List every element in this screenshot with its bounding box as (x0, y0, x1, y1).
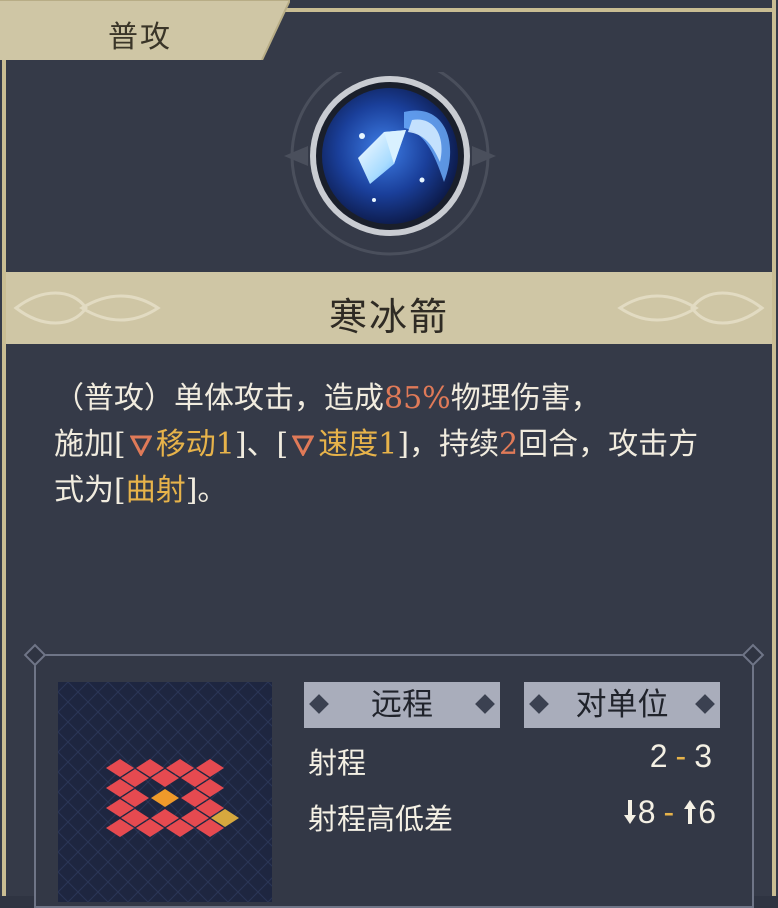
tag-ranged-label: 远程 (371, 687, 433, 723)
desc-text: ]、[ (234, 427, 289, 462)
range-pattern-svg (58, 682, 272, 902)
ice-arrow-icon (284, 72, 496, 256)
skill-detail-panel: 普攻 寒冰箭 （普攻）单体攻击，造成85%物理伤害， 施加[移动1]、[速度… (0, 0, 778, 908)
gem-icon (529, 694, 549, 714)
debuff-speed[interactable]: 速度1 (318, 427, 397, 462)
debuff-down-triangle-icon (129, 435, 152, 456)
attack-mode[interactable]: 曲射 (126, 473, 186, 508)
range-value: 2-3 (650, 738, 712, 775)
height-down-value: 8 (637, 794, 656, 830)
range-separator: - (675, 738, 687, 774)
tab-label: 普攻 (108, 20, 172, 55)
frame-border-top (260, 8, 774, 12)
range-max: 3 (694, 738, 712, 774)
desc-text: （普攻）单体攻击，造成 (54, 381, 384, 416)
gem-icon (475, 694, 495, 714)
tag-target-label: 对单位 (575, 687, 669, 723)
desc-text: 施加[ (54, 427, 126, 462)
skill-description: （普攻）单体攻击，造成85%物理伤害， 施加[移动1]、[速度1]，持续2回合，… (54, 376, 724, 514)
desc-text: ]，持续 (397, 427, 500, 462)
range-min: 2 (649, 738, 668, 774)
debuff-move[interactable]: 移动1 (156, 427, 235, 462)
tag-single-target: 对单位 (524, 682, 720, 728)
range-info-box: 远程 对单位 射程 2-3 射程高低差 8-6 (23, 643, 765, 908)
desc-text: 物理伤害， (450, 381, 601, 416)
arrow-up-icon (684, 800, 697, 824)
tag-ranged: 远程 (304, 682, 500, 728)
height-separator: - (663, 794, 675, 830)
range-label: 射程 (308, 746, 367, 780)
frame-border-left (2, 0, 6, 896)
corner-ornament (741, 643, 765, 667)
skill-name-banner: 寒冰箭 (6, 272, 772, 344)
arrow-down-icon (623, 800, 636, 824)
ornament-right-icon (617, 291, 765, 325)
gem-icon (309, 694, 329, 714)
height-diff-value: 8-6 (622, 794, 716, 831)
range-grid-preview (58, 682, 272, 902)
duration-turns: 2 (499, 427, 519, 462)
debuff-down-triangle-icon (292, 435, 315, 456)
frame-border-right (772, 0, 776, 896)
desc-text: ]。 (185, 473, 228, 508)
gem-icon (695, 694, 715, 714)
height-diff-label: 射程高低差 (308, 802, 454, 836)
corner-ornament (23, 643, 47, 667)
height-up-value: 6 (698, 794, 716, 830)
damage-percent: 85% (384, 381, 451, 416)
